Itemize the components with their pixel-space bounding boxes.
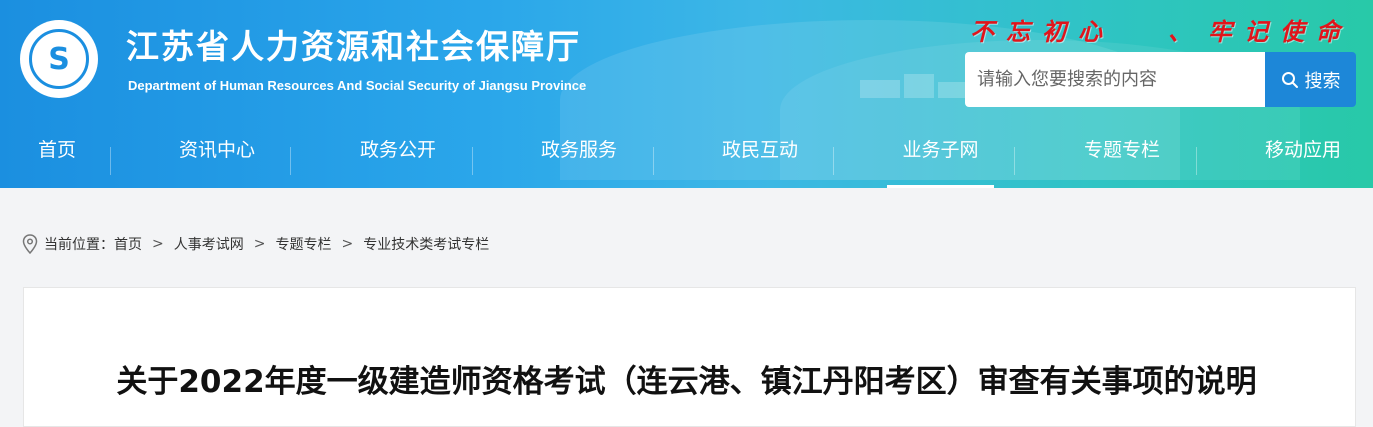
site-title[interactable]: 江苏省人力资源和社会保障厅 — [126, 20, 581, 68]
nav-divider — [653, 147, 654, 175]
breadcrumb-prefix: 当前位置： — [44, 237, 114, 253]
site-header: S 江苏省人力资源和社会保障厅 Department of Human Reso… — [0, 0, 1373, 188]
search-icon — [1281, 71, 1298, 88]
nav-divider — [110, 147, 111, 175]
logo-emblem: S — [29, 29, 89, 89]
article-title: 关于2022年度一级建造师资格考试（连云港、镇江丹阳考区）审查有关事项的说明 — [116, 364, 1257, 400]
logo-letter: S — [48, 41, 70, 77]
nav-divider — [833, 147, 834, 175]
nav-item-news[interactable]: 资讯中心 — [176, 135, 258, 188]
site-subtitle: Department of Human Resources And Social… — [128, 78, 587, 93]
nav-item-special-topics[interactable]: 专题专栏 — [1081, 135, 1163, 188]
slogan-right: 牢记使命 — [1208, 17, 1352, 46]
breadcrumb-separator: > — [152, 236, 164, 252]
location-pin-icon — [22, 234, 38, 254]
nav-item-gov-services[interactable]: 政务服务 — [538, 135, 620, 188]
search-button[interactable]: 搜索 — [1265, 52, 1356, 107]
breadcrumb: 当前位置： 首页 > 人事考试网 > 专题专栏 > 专业技术类考试专栏 — [22, 233, 489, 255]
nav-divider — [472, 147, 473, 175]
nav-divider — [1014, 147, 1015, 175]
nav-item-mobile-apps[interactable]: 移动应用 — [1262, 135, 1344, 188]
breadcrumb-separator: > — [253, 236, 266, 252]
nav-item-business-subnet[interactable]: 业务子网 — [887, 135, 994, 188]
nav-item-gov-info[interactable]: 政务公开 — [357, 135, 439, 188]
breadcrumb-professional-exams[interactable]: 专业技术类考试专栏 — [363, 234, 489, 254]
search-input[interactable] — [965, 52, 1265, 107]
site-logo[interactable]: S — [20, 20, 98, 98]
breadcrumb-exam-site[interactable]: 人事考试网 — [174, 234, 244, 254]
nav-divider — [290, 147, 291, 175]
nav-item-home[interactable]: 首页 — [36, 135, 78, 188]
nav-item-interaction[interactable]: 政民互动 — [719, 135, 801, 188]
breadcrumb-separator: > — [341, 236, 354, 252]
breadcrumb-home[interactable]: 首页 — [114, 234, 142, 254]
nav-divider — [1196, 147, 1197, 175]
search-button-label: 搜索 — [1304, 70, 1341, 92]
slogan-left: 不忘初心 — [970, 17, 1114, 46]
main-nav: 首页 资讯中心 政务公开 政务服务 政民互动 业务子网 专题专栏 移动应用 — [0, 135, 1373, 188]
slogan-separator: 、 — [1168, 17, 1204, 46]
breadcrumb-special-topics[interactable]: 专题专栏 — [275, 234, 331, 254]
